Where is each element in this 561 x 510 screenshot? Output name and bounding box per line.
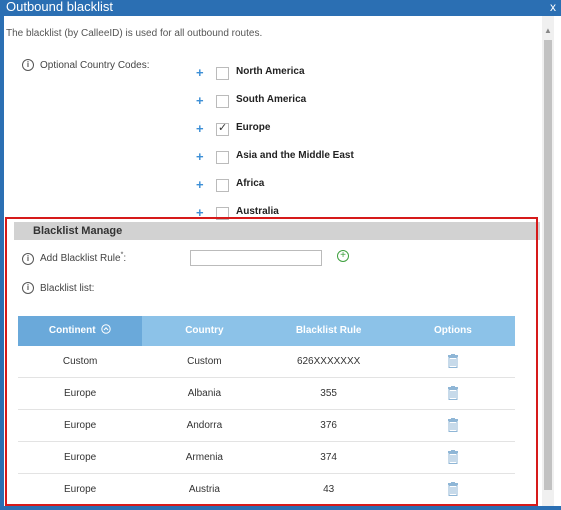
blacklist-rule-input[interactable] [190, 250, 322, 266]
add-rule-label-text: Add Blacklist Rule*: [40, 252, 127, 265]
trash-icon[interactable] [447, 418, 459, 433]
region-checkbox[interactable] [216, 121, 229, 136]
vertical-scrollbar[interactable]: ▲ [542, 16, 554, 506]
cell-continent: Europe [64, 484, 97, 495]
region-checkbox[interactable] [216, 95, 229, 108]
cell-country: Andorra [186, 420, 223, 431]
plus-icon[interactable]: + [196, 205, 204, 220]
cell-options [391, 474, 515, 505]
table-row: Europe Austria 43 [18, 474, 515, 506]
window-bottom-border [0, 506, 561, 510]
add-circle-icon[interactable]: + [337, 250, 349, 262]
cell-continent: Europe [64, 420, 97, 431]
info-icon[interactable]: i [22, 59, 34, 71]
blacklist-manage-header: Blacklist Manage [14, 222, 540, 240]
cell-rule: 376 [320, 420, 337, 431]
region-checkbox[interactable] [216, 67, 229, 80]
column-header-blacklist-rule[interactable]: Blacklist Rule [267, 316, 391, 346]
cell-rule: 355 [320, 388, 337, 399]
trash-icon[interactable] [447, 354, 459, 369]
table-row: Europe Albania 355 [18, 378, 515, 410]
region-name: North America [236, 66, 305, 77]
plus-icon[interactable]: + [196, 121, 204, 136]
cell-options [391, 442, 515, 473]
plus-icon[interactable]: + [196, 177, 204, 192]
trash-icon[interactable] [447, 482, 459, 497]
blacklist-table: Continent Country Blacklist Rule Options… [18, 316, 515, 506]
region-checkbox[interactable] [216, 207, 229, 220]
cell-rule: 43 [323, 484, 335, 495]
table-row: Europe Armenia 374 [18, 442, 515, 474]
cell-country: Armenia [185, 452, 223, 463]
region-name: Europe [236, 122, 271, 133]
info-icon[interactable]: i [22, 282, 34, 294]
region-checkbox[interactable] [216, 151, 229, 164]
cell-rule: 374 [320, 452, 337, 463]
plus-icon[interactable]: + [196, 93, 204, 108]
region-name: Asia and the Middle East [236, 150, 354, 161]
region-name: South America [236, 94, 307, 105]
cell-options [391, 378, 515, 409]
titlebar: Outbound blacklist x [0, 0, 561, 16]
close-button[interactable]: x [550, 0, 556, 14]
trash-icon[interactable] [447, 386, 459, 401]
description-text: The blacklist (by CalleeID) is used for … [6, 28, 263, 39]
window-title: Outbound blacklist [6, 0, 113, 14]
country-codes-label: i Optional Country Codes: [22, 59, 150, 71]
dialog-content: The blacklist (by CalleeID) is used for … [4, 16, 542, 506]
info-icon[interactable]: i [22, 252, 34, 265]
table-row: Europe Andorra 376 [18, 410, 515, 442]
region-name: Australia [236, 206, 279, 217]
table-header: Continent Country Blacklist Rule Options [18, 316, 515, 346]
scroll-up-icon[interactable]: ▲ [542, 26, 554, 36]
add-rule-label: i Add Blacklist Rule*: [22, 252, 126, 265]
plus-icon[interactable]: + [196, 65, 204, 80]
column-header-continent[interactable]: Continent [18, 316, 143, 346]
cell-country: Austria [188, 484, 220, 495]
cell-options [391, 410, 515, 441]
cell-country: Albania [187, 388, 222, 399]
cell-continent: Europe [64, 452, 97, 463]
sort-up-icon [101, 324, 112, 334]
blacklist-list-label-text: Blacklist list: [40, 282, 95, 294]
region-name: Africa [236, 178, 265, 189]
cell-options [391, 346, 515, 377]
blacklist-list-label: i Blacklist list: [22, 282, 94, 294]
cell-rule: 626XXXXXXX [296, 356, 361, 367]
plus-icon[interactable]: + [196, 149, 204, 164]
cell-continent: Custom [62, 356, 98, 367]
section-title: Blacklist Manage [33, 225, 123, 237]
scrollbar-thumb[interactable] [544, 40, 552, 490]
column-header-options: Options [433, 325, 472, 336]
cell-continent: Europe [64, 388, 97, 399]
trash-icon[interactable] [447, 450, 459, 465]
column-header-country[interactable]: Country [142, 316, 266, 346]
table-row: Custom Custom 626XXXXXXX [18, 346, 515, 378]
country-codes-label-text: Optional Country Codes: [40, 59, 150, 71]
cell-country: Custom [187, 356, 222, 367]
region-checkbox[interactable] [216, 179, 229, 192]
